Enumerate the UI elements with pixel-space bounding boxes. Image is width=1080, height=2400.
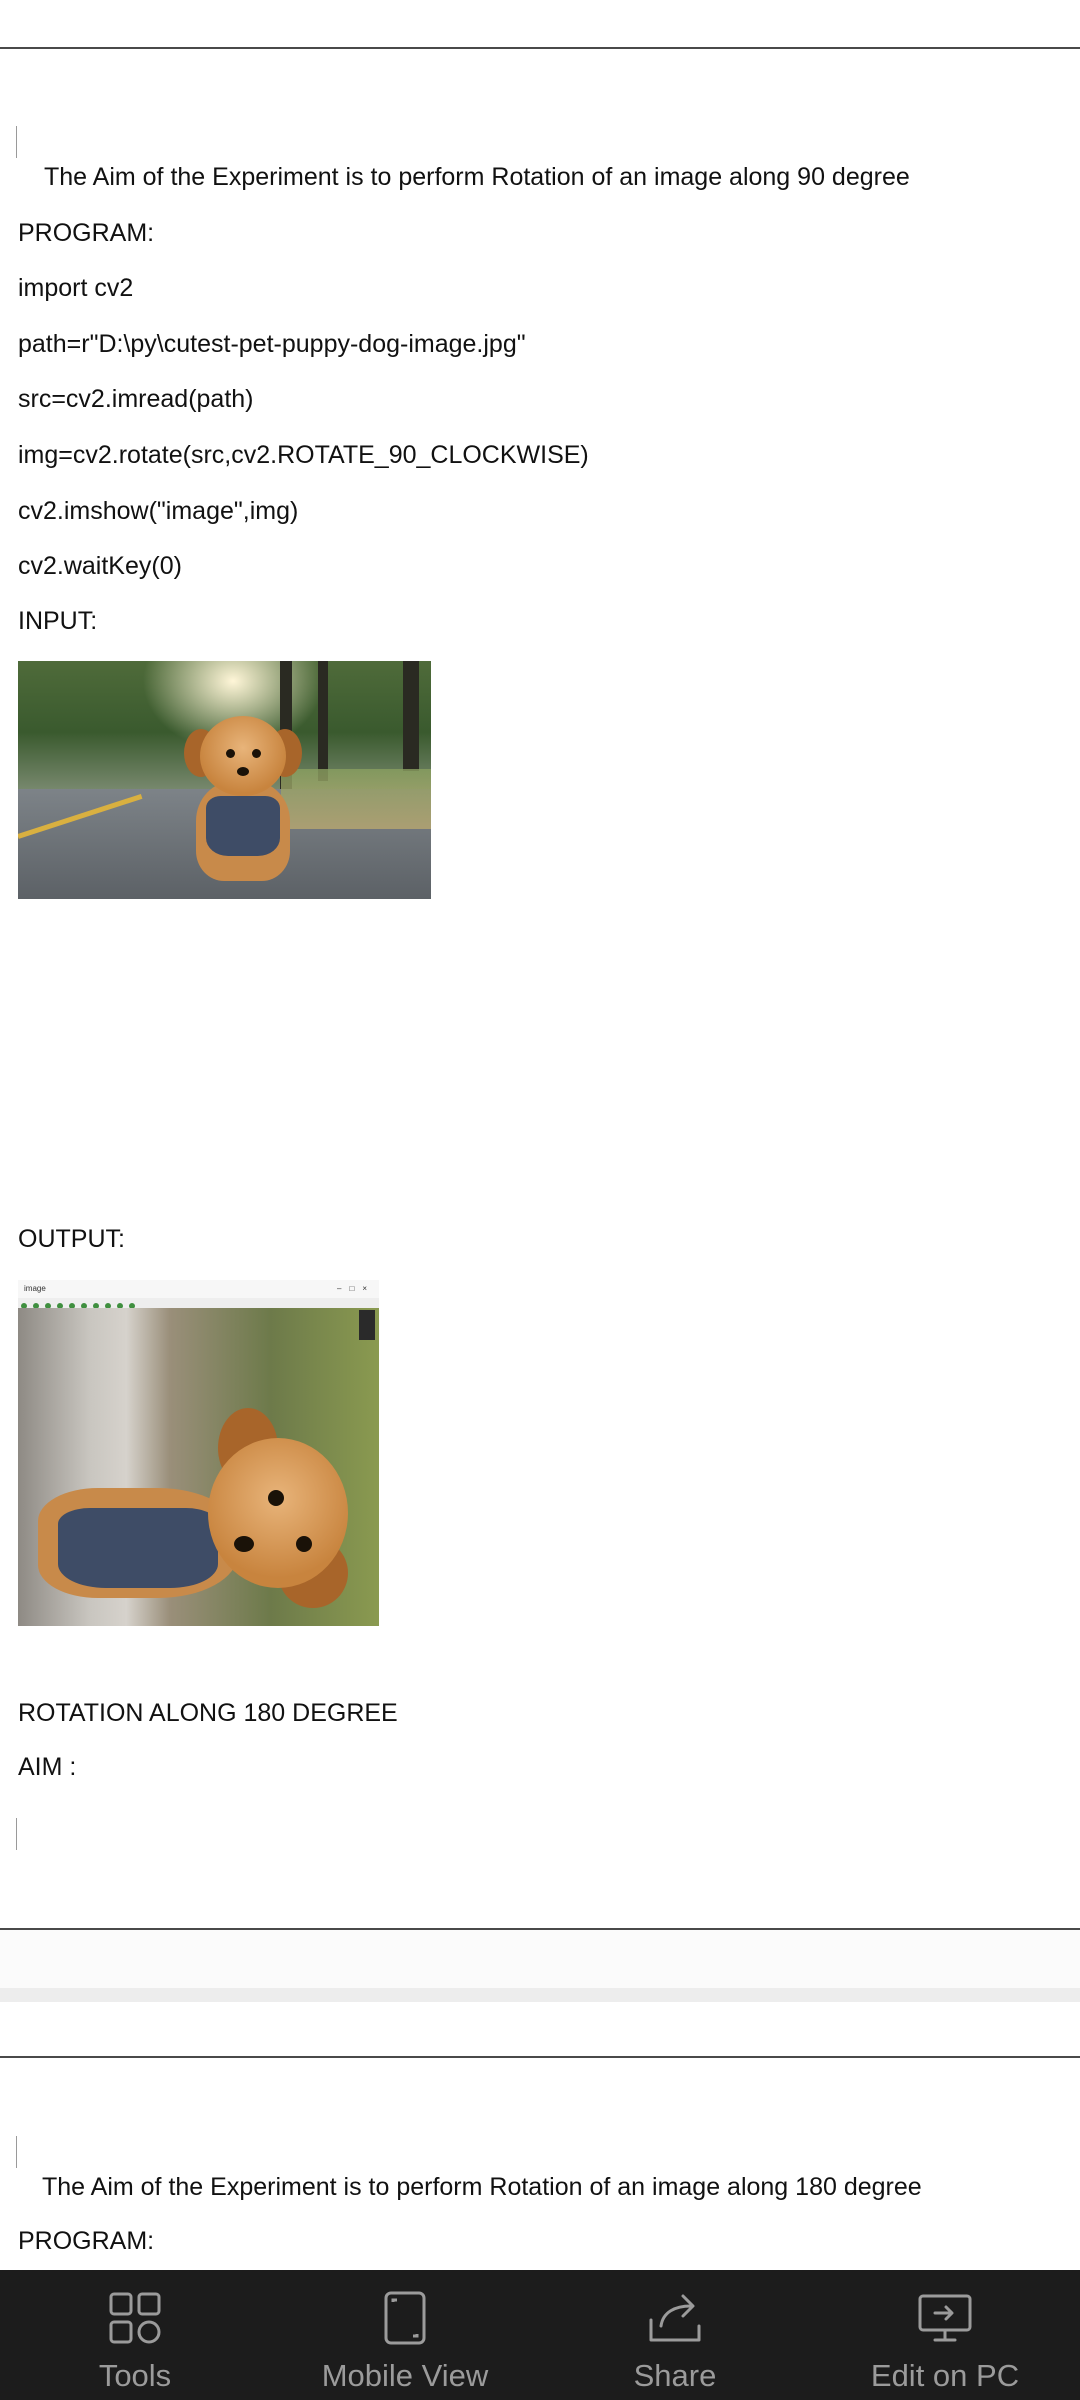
rotated-puppy-image [18, 1308, 379, 1626]
page-margin-corner-mark [0, 1818, 17, 1850]
code-line: img=cv2.rotate(src,cv2.ROTATE_90_CLOCKWI… [18, 441, 589, 469]
share-icon [645, 2288, 705, 2348]
program-label: PROGRAM: [18, 219, 155, 247]
document-page-1: The Aim of the Experiment is to perform … [0, 0, 1080, 1930]
code-line: import cv2 [18, 274, 134, 302]
document-page-2: The Aim of the Experiment is to perform … [0, 2002, 1080, 2270]
share-button[interactable]: Share [540, 2270, 810, 2400]
code-line: src=cv2.imread(path) [18, 385, 254, 413]
bottom-action-bar: Tools Mobile View Share Edit on PC [0, 2270, 1080, 2400]
output-image-rotated-window[interactable]: image –□× [18, 1280, 379, 1626]
window-title: image [18, 1280, 379, 1298]
mobile-view-label: Mobile View [321, 2358, 489, 2393]
page-top-border [0, 2056, 1080, 2058]
input-label: INPUT: [18, 607, 98, 635]
aim-label: AIM : [18, 1753, 77, 1781]
window-toolbar [18, 1298, 379, 1309]
page-margin-corner-mark [0, 2136, 17, 2168]
code-line: path=r"D:\py\cutest-pet-puppy-dog-image.… [18, 330, 526, 358]
grass [281, 769, 431, 829]
aim-text: The Aim of the Experiment is to perform … [42, 2173, 922, 2201]
mobile-view-icon [375, 2288, 435, 2348]
section-heading: ROTATION ALONG 180 DEGREE [18, 1699, 398, 1727]
page-bottom-border [0, 1928, 1080, 1930]
tree-trunk [403, 661, 419, 771]
page-margin-corner-mark [0, 126, 17, 158]
edit-on-pc-icon [915, 2288, 975, 2348]
tools-button[interactable]: Tools [0, 2270, 270, 2400]
edit-on-pc-label: Edit on PC [870, 2358, 1020, 2393]
tools-label: Tools [98, 2358, 172, 2393]
mobile-view-button[interactable]: Mobile View [270, 2270, 540, 2400]
document-viewer[interactable]: The Aim of the Experiment is to perform … [0, 0, 1080, 2400]
edit-on-pc-button[interactable]: Edit on PC [810, 2270, 1080, 2400]
tools-icon [105, 2288, 165, 2348]
puppy [184, 711, 302, 881]
output-label: OUTPUT: [18, 1225, 125, 1253]
aim-text: The Aim of the Experiment is to perform … [44, 163, 910, 191]
program-label: PROGRAM: [18, 2227, 155, 2255]
window-controls: –□× [337, 1284, 375, 1293]
share-label: Share [633, 2358, 717, 2393]
code-line: cv2.imshow("image",img) [18, 497, 299, 525]
page-top-border [0, 47, 1080, 49]
code-line: cv2.waitKey(0) [18, 552, 182, 580]
page-separator [0, 1988, 1080, 2002]
input-image-puppy[interactable] [18, 661, 431, 899]
tree-trunk [318, 661, 328, 781]
puppy-rotated [38, 1408, 368, 1626]
